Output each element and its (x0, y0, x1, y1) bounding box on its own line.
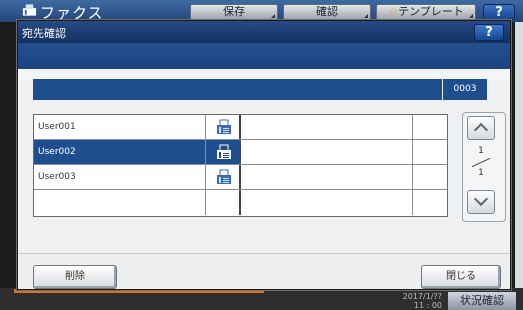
destination-extra (413, 140, 447, 164)
destination-confirm-dialog: 宛先確認 ? 0003 User001 User002 User003 1 1 … (17, 20, 511, 290)
dialog-help-button[interactable]: ? (474, 24, 504, 41)
table-row[interactable]: User003 (34, 165, 447, 190)
total-pages: 1 (478, 168, 484, 178)
current-page: 1 (478, 146, 484, 156)
destination-name (34, 190, 206, 215)
clock-time: 11 : 00 (413, 301, 442, 310)
fax-icon (217, 119, 231, 134)
dialog-title-bar: 宛先確認 ? (18, 21, 510, 43)
destination-address (243, 165, 413, 189)
destination-name: User003 (34, 165, 206, 189)
fax-icon (22, 4, 37, 16)
save-button-label: 保存 (223, 5, 245, 18)
destination-extra (413, 165, 447, 189)
template-button-label: テンプレート (398, 5, 464, 18)
close-button[interactable]: 閉じる (421, 265, 501, 289)
dialog-spacer (18, 69, 510, 79)
destination-type-cell (206, 165, 241, 189)
table-row[interactable] (34, 190, 447, 215)
destination-name: User002 (34, 140, 206, 164)
fax-icon (217, 144, 231, 159)
confirm-button[interactable]: 確認 (283, 4, 371, 20)
page-scroll-control: 1 1 (462, 112, 506, 222)
destination-name: User001 (34, 115, 206, 139)
destination-type-cell (206, 190, 241, 215)
page-separator (471, 157, 491, 168)
save-button[interactable]: 保存 (190, 4, 278, 20)
corner-arrow-icon (469, 10, 473, 18)
scroll-down-button[interactable] (467, 190, 495, 214)
scroll-up-button[interactable] (467, 116, 495, 140)
destination-type-cell (206, 140, 241, 164)
destination-count: 0003 (443, 79, 487, 100)
delete-button[interactable]: 削除 (33, 265, 117, 289)
clock-date: 2017/1/?? (402, 292, 442, 301)
destination-address (243, 115, 413, 139)
destination-info-bar (33, 79, 442, 100)
confirm-button-label: 確認 (316, 5, 338, 18)
clock: 2017/1/?? 11 : 00 (382, 292, 442, 310)
destination-extra (413, 190, 447, 215)
fax-icon (217, 169, 231, 184)
table-row[interactable]: User002 (34, 140, 447, 165)
destination-extra (413, 115, 447, 139)
corner-arrow-icon (271, 10, 275, 18)
status-check-button[interactable]: 状況確認 (448, 292, 516, 310)
background-panel (515, 22, 523, 292)
dialog-header-band (18, 43, 510, 69)
corner-arrow-icon (364, 10, 368, 18)
destination-address (243, 190, 413, 215)
chevron-up-icon (473, 122, 489, 138)
table-row[interactable]: User001 (34, 115, 447, 140)
destination-list: User001 User002 User003 (33, 114, 448, 217)
destination-type-cell (206, 115, 241, 139)
destination-address (243, 140, 413, 164)
star-icon: ☆ (388, 5, 399, 18)
template-button[interactable]: ☆テンプレート (376, 4, 476, 20)
dialog-title: 宛先確認 (22, 27, 66, 40)
chevron-down-icon (473, 191, 489, 207)
app-help-button[interactable]: ? (483, 4, 515, 20)
